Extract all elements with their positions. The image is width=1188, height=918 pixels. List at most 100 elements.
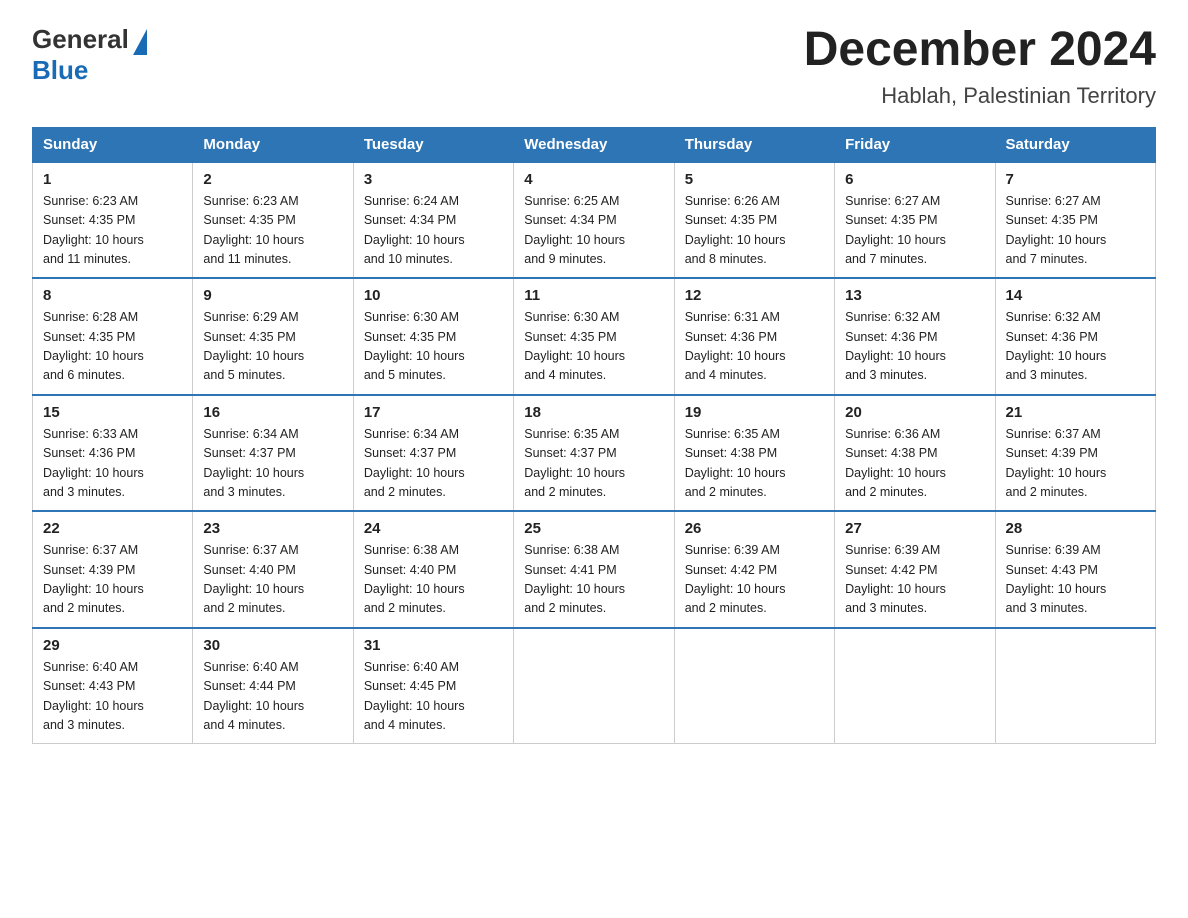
day-info: Sunrise: 6:35 AMSunset: 4:38 PMDaylight:… — [685, 427, 786, 499]
weekday-header-tuesday: Tuesday — [353, 127, 513, 162]
calendar-cell: 26 Sunrise: 6:39 AMSunset: 4:42 PMDaylig… — [674, 511, 834, 628]
day-info: Sunrise: 6:28 AMSunset: 4:35 PMDaylight:… — [43, 310, 144, 382]
calendar-cell: 19 Sunrise: 6:35 AMSunset: 4:38 PMDaylig… — [674, 395, 834, 512]
day-number: 24 — [364, 520, 503, 537]
day-number: 16 — [203, 404, 342, 421]
calendar-cell — [995, 628, 1155, 744]
calendar-cell: 4 Sunrise: 6:25 AMSunset: 4:34 PMDayligh… — [514, 162, 674, 279]
weekday-header-sunday: Sunday — [33, 127, 193, 162]
calendar-cell: 25 Sunrise: 6:38 AMSunset: 4:41 PMDaylig… — [514, 511, 674, 628]
logo-general-text: General — [32, 24, 129, 55]
day-info: Sunrise: 6:38 AMSunset: 4:40 PMDaylight:… — [364, 543, 465, 615]
day-number: 20 — [845, 404, 984, 421]
day-info: Sunrise: 6:32 AMSunset: 4:36 PMDaylight:… — [845, 310, 946, 382]
week-row-3: 15 Sunrise: 6:33 AMSunset: 4:36 PMDaylig… — [33, 395, 1156, 512]
day-number: 22 — [43, 520, 182, 537]
day-number: 25 — [524, 520, 663, 537]
day-number: 18 — [524, 404, 663, 421]
day-number: 31 — [364, 637, 503, 654]
weekday-header-friday: Friday — [835, 127, 995, 162]
day-info: Sunrise: 6:39 AMSunset: 4:42 PMDaylight:… — [845, 543, 946, 615]
calendar-cell: 1 Sunrise: 6:23 AMSunset: 4:35 PMDayligh… — [33, 162, 193, 279]
location-title: Hablah, Palestinian Territory — [804, 83, 1156, 109]
calendar-cell: 23 Sunrise: 6:37 AMSunset: 4:40 PMDaylig… — [193, 511, 353, 628]
day-info: Sunrise: 6:27 AMSunset: 4:35 PMDaylight:… — [1006, 194, 1107, 266]
logo: General Blue — [32, 24, 147, 86]
weekday-header-thursday: Thursday — [674, 127, 834, 162]
calendar-cell: 16 Sunrise: 6:34 AMSunset: 4:37 PMDaylig… — [193, 395, 353, 512]
weekday-header-monday: Monday — [193, 127, 353, 162]
day-info: Sunrise: 6:40 AMSunset: 4:44 PMDaylight:… — [203, 660, 304, 732]
day-number: 15 — [43, 404, 182, 421]
calendar-cell: 24 Sunrise: 6:38 AMSunset: 4:40 PMDaylig… — [353, 511, 513, 628]
day-info: Sunrise: 6:40 AMSunset: 4:43 PMDaylight:… — [43, 660, 144, 732]
calendar-cell: 5 Sunrise: 6:26 AMSunset: 4:35 PMDayligh… — [674, 162, 834, 279]
day-number: 7 — [1006, 171, 1145, 188]
day-number: 9 — [203, 287, 342, 304]
calendar-cell: 21 Sunrise: 6:37 AMSunset: 4:39 PMDaylig… — [995, 395, 1155, 512]
day-info: Sunrise: 6:40 AMSunset: 4:45 PMDaylight:… — [364, 660, 465, 732]
day-number: 29 — [43, 637, 182, 654]
title-area: December 2024 Hablah, Palestinian Territ… — [804, 24, 1156, 109]
day-info: Sunrise: 6:33 AMSunset: 4:36 PMDaylight:… — [43, 427, 144, 499]
day-number: 1 — [43, 171, 182, 188]
day-number: 26 — [685, 520, 824, 537]
day-number: 14 — [1006, 287, 1145, 304]
day-info: Sunrise: 6:39 AMSunset: 4:43 PMDaylight:… — [1006, 543, 1107, 615]
calendar-cell: 2 Sunrise: 6:23 AMSunset: 4:35 PMDayligh… — [193, 162, 353, 279]
day-number: 5 — [685, 171, 824, 188]
day-number: 6 — [845, 171, 984, 188]
week-row-5: 29 Sunrise: 6:40 AMSunset: 4:43 PMDaylig… — [33, 628, 1156, 744]
calendar-table: SundayMondayTuesdayWednesdayThursdayFrid… — [32, 127, 1156, 745]
day-number: 28 — [1006, 520, 1145, 537]
calendar-cell: 22 Sunrise: 6:37 AMSunset: 4:39 PMDaylig… — [33, 511, 193, 628]
day-info: Sunrise: 6:23 AMSunset: 4:35 PMDaylight:… — [43, 194, 144, 266]
day-info: Sunrise: 6:37 AMSunset: 4:39 PMDaylight:… — [1006, 427, 1107, 499]
day-number: 12 — [685, 287, 824, 304]
calendar-cell: 27 Sunrise: 6:39 AMSunset: 4:42 PMDaylig… — [835, 511, 995, 628]
weekday-header-saturday: Saturday — [995, 127, 1155, 162]
header: General Blue December 2024 Hablah, Pales… — [32, 24, 1156, 109]
calendar-cell: 13 Sunrise: 6:32 AMSunset: 4:36 PMDaylig… — [835, 278, 995, 395]
day-info: Sunrise: 6:38 AMSunset: 4:41 PMDaylight:… — [524, 543, 625, 615]
day-info: Sunrise: 6:37 AMSunset: 4:40 PMDaylight:… — [203, 543, 304, 615]
day-info: Sunrise: 6:35 AMSunset: 4:37 PMDaylight:… — [524, 427, 625, 499]
calendar-cell: 28 Sunrise: 6:39 AMSunset: 4:43 PMDaylig… — [995, 511, 1155, 628]
day-number: 17 — [364, 404, 503, 421]
month-title: December 2024 — [804, 24, 1156, 77]
day-info: Sunrise: 6:31 AMSunset: 4:36 PMDaylight:… — [685, 310, 786, 382]
week-row-1: 1 Sunrise: 6:23 AMSunset: 4:35 PMDayligh… — [33, 162, 1156, 279]
day-number: 3 — [364, 171, 503, 188]
day-number: 13 — [845, 287, 984, 304]
calendar-cell: 7 Sunrise: 6:27 AMSunset: 4:35 PMDayligh… — [995, 162, 1155, 279]
calendar-cell: 3 Sunrise: 6:24 AMSunset: 4:34 PMDayligh… — [353, 162, 513, 279]
calendar-cell: 10 Sunrise: 6:30 AMSunset: 4:35 PMDaylig… — [353, 278, 513, 395]
day-number: 10 — [364, 287, 503, 304]
day-number: 4 — [524, 171, 663, 188]
calendar-cell: 31 Sunrise: 6:40 AMSunset: 4:45 PMDaylig… — [353, 628, 513, 744]
weekday-header-wednesday: Wednesday — [514, 127, 674, 162]
day-info: Sunrise: 6:34 AMSunset: 4:37 PMDaylight:… — [203, 427, 304, 499]
logo-blue-text: Blue — [32, 55, 88, 86]
day-info: Sunrise: 6:26 AMSunset: 4:35 PMDaylight:… — [685, 194, 786, 266]
day-number: 27 — [845, 520, 984, 537]
calendar-cell: 11 Sunrise: 6:30 AMSunset: 4:35 PMDaylig… — [514, 278, 674, 395]
calendar-cell: 30 Sunrise: 6:40 AMSunset: 4:44 PMDaylig… — [193, 628, 353, 744]
day-info: Sunrise: 6:23 AMSunset: 4:35 PMDaylight:… — [203, 194, 304, 266]
day-info: Sunrise: 6:32 AMSunset: 4:36 PMDaylight:… — [1006, 310, 1107, 382]
calendar-cell: 6 Sunrise: 6:27 AMSunset: 4:35 PMDayligh… — [835, 162, 995, 279]
day-number: 19 — [685, 404, 824, 421]
day-number: 8 — [43, 287, 182, 304]
day-number: 23 — [203, 520, 342, 537]
calendar-cell — [514, 628, 674, 744]
calendar-cell: 20 Sunrise: 6:36 AMSunset: 4:38 PMDaylig… — [835, 395, 995, 512]
calendar-cell: 29 Sunrise: 6:40 AMSunset: 4:43 PMDaylig… — [33, 628, 193, 744]
calendar-cell: 18 Sunrise: 6:35 AMSunset: 4:37 PMDaylig… — [514, 395, 674, 512]
day-info: Sunrise: 6:30 AMSunset: 4:35 PMDaylight:… — [524, 310, 625, 382]
calendar-cell: 9 Sunrise: 6:29 AMSunset: 4:35 PMDayligh… — [193, 278, 353, 395]
calendar-cell — [674, 628, 834, 744]
weekday-header-row: SundayMondayTuesdayWednesdayThursdayFrid… — [33, 127, 1156, 162]
day-number: 30 — [203, 637, 342, 654]
calendar-cell — [835, 628, 995, 744]
calendar-cell: 15 Sunrise: 6:33 AMSunset: 4:36 PMDaylig… — [33, 395, 193, 512]
